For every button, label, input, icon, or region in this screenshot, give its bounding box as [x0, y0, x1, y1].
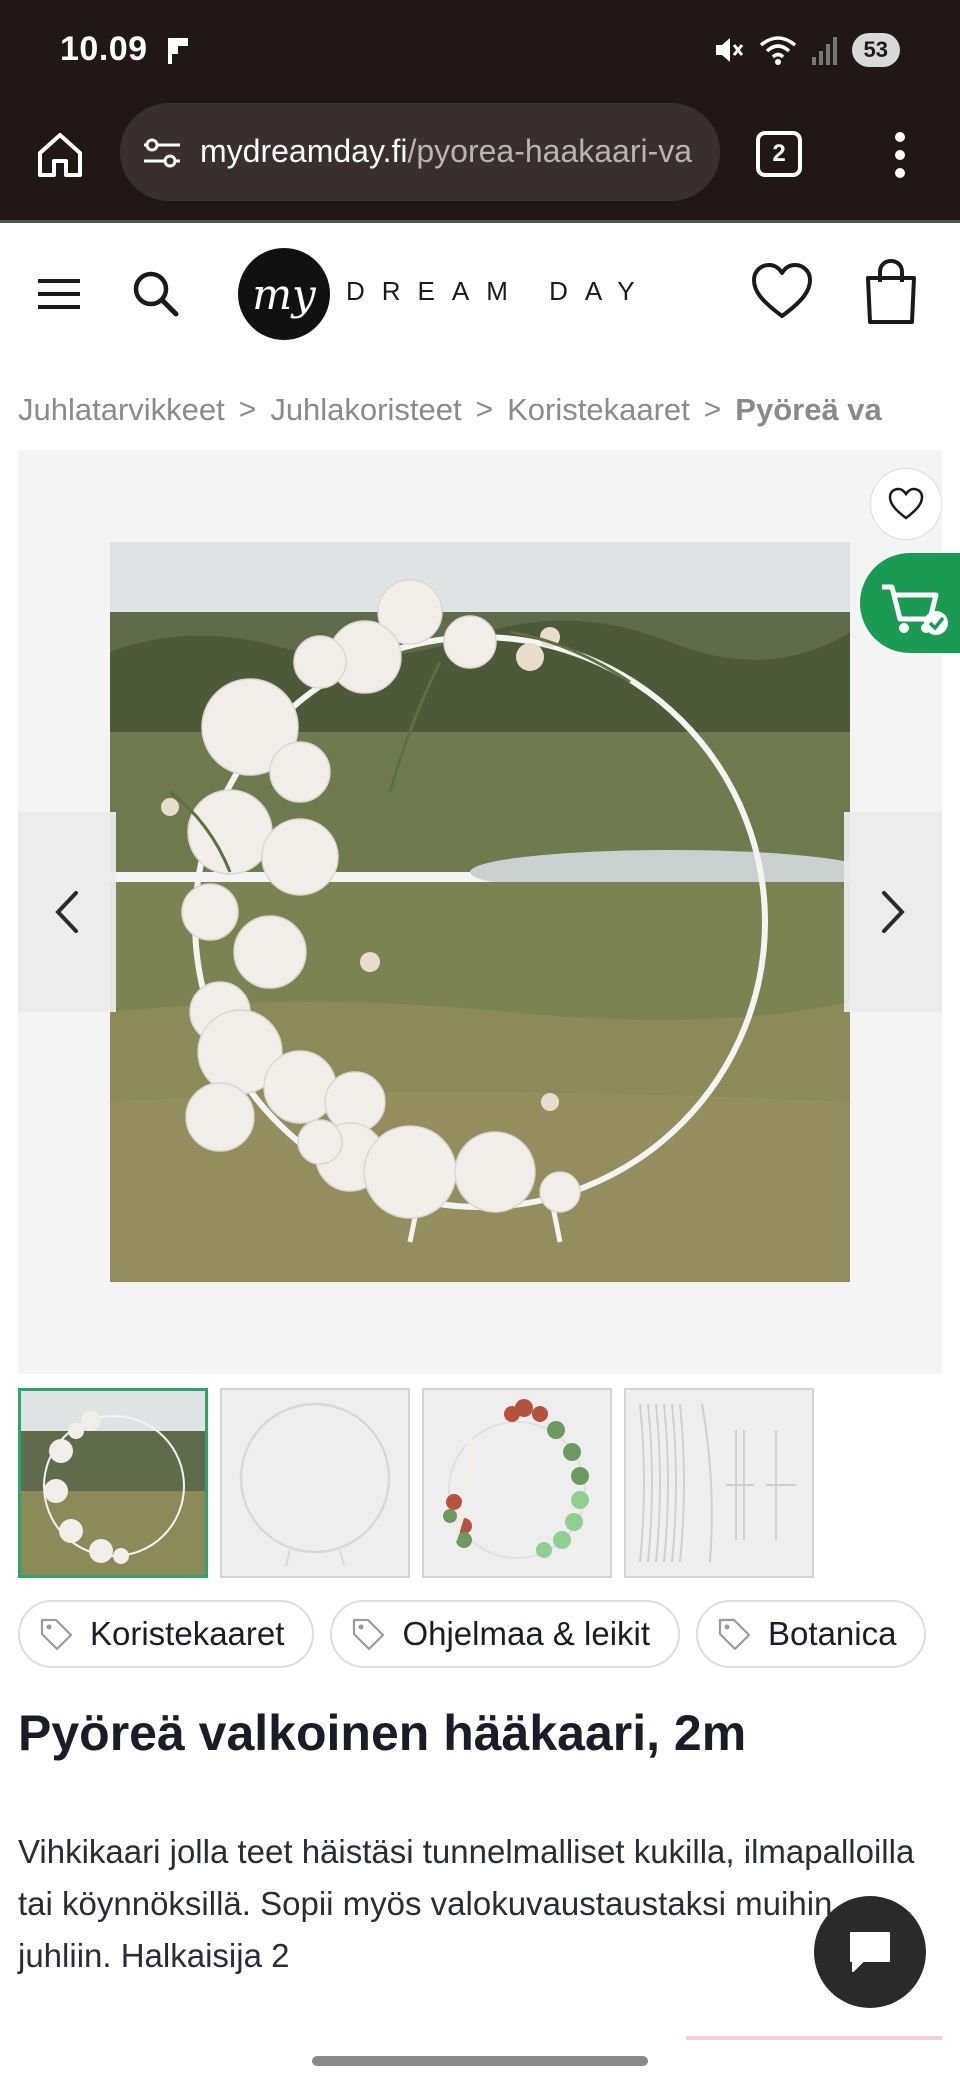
tabs-button[interactable]: 2	[756, 131, 802, 177]
gallery-thumbnail[interactable]	[18, 1388, 208, 1578]
tune-icon[interactable]	[140, 133, 184, 173]
gallery-thumbnail[interactable]	[422, 1388, 612, 1578]
gallery-thumbnail[interactable]	[220, 1388, 410, 1578]
thumbnail-image	[21, 1391, 205, 1575]
product-description: Vihkikaari jolla teet häistäsi tunnelmal…	[18, 1833, 915, 1974]
breadcrumb-current: Pyöreä va	[735, 392, 882, 427]
thumbnail-image	[239, 1402, 391, 1567]
product-main-image[interactable]	[110, 542, 850, 1282]
gallery-next-button[interactable]	[844, 812, 942, 1012]
browser-toolbar: mydreamday.fi/pyorea-haakaari-va 2	[0, 103, 960, 223]
search-icon[interactable]	[130, 268, 180, 318]
mute-icon	[715, 38, 743, 62]
url-domain: mydreamday.fi	[200, 133, 408, 169]
breadcrumb-item[interactable]: Juhlatarvikkeet	[18, 392, 225, 428]
battery-indicator: 53	[851, 33, 900, 67]
thumbnail-image	[639, 1403, 796, 1563]
tag-icon	[40, 1618, 73, 1651]
wifi-icon	[759, 36, 796, 65]
chat-icon	[850, 1932, 890, 1972]
heart-icon[interactable]	[750, 262, 814, 322]
address-bar[interactable]: mydreamday.fi/pyorea-haakaari-va	[120, 103, 720, 201]
bag-icon[interactable]	[862, 258, 920, 326]
breadcrumb-separator: >	[238, 393, 257, 426]
product-title: Pyöreä valkoinen hääkaari, 2m	[18, 1705, 747, 1761]
favorite-icon	[888, 487, 924, 520]
breadcrumb-item[interactable]: Koristekaaret	[507, 392, 690, 428]
logo-text[interactable]: DREAM DAY	[346, 276, 652, 307]
tag-label: Ohjelmaa & leikit	[402, 1615, 651, 1652]
tag-chip[interactable]: Koristekaaret	[18, 1600, 315, 1668]
menu-icon[interactable]	[36, 276, 82, 312]
site-header: my DREAM DAY	[0, 226, 960, 356]
url-text: mydreamday.fi/pyorea-haakaari-va	[200, 133, 692, 170]
breadcrumb: Juhlatarvikkeet > Juhlakoristeet > Koris…	[18, 392, 882, 428]
tag-label: Botanica	[768, 1615, 897, 1652]
status-time: 10.09	[60, 30, 148, 68]
tag-icon	[718, 1618, 751, 1651]
thumbnail-image	[443, 1399, 589, 1559]
chevron-right-icon	[882, 891, 905, 933]
breadcrumb-separator: >	[703, 393, 722, 426]
signal-icon	[811, 37, 837, 65]
breadcrumb-item[interactable]: Juhlakoristeet	[270, 392, 461, 428]
cart-check-icon	[882, 584, 948, 635]
favorite-button[interactable]	[870, 468, 942, 540]
tab-count: 2	[772, 140, 786, 167]
chat-button[interactable]	[814, 1896, 926, 2008]
divider	[686, 2036, 942, 2040]
tag-chip[interactable]: Botanica	[696, 1600, 927, 1668]
tag-label: Koristekaaret	[90, 1615, 285, 1652]
url-path: /pyorea-haakaari-va	[407, 133, 693, 169]
product-gallery	[18, 450, 942, 1374]
logo-mark[interactable]: my	[238, 248, 330, 340]
status-icons: 53	[712, 30, 900, 70]
status-bar: 10.09 53	[0, 0, 960, 103]
gallery-prev-button[interactable]	[18, 812, 116, 1012]
chevron-left-icon	[55, 891, 78, 933]
breadcrumb-separator: >	[475, 393, 494, 426]
quick-add-cart-button[interactable]	[860, 553, 960, 653]
logo-mark-text: my	[252, 269, 316, 319]
product-tags: Koristekaaret Ohjelmaa & leikit Botanica	[18, 1600, 927, 1668]
gesture-bar[interactable]	[312, 2056, 648, 2066]
more-icon[interactable]	[880, 125, 920, 185]
gallery-thumbnail[interactable]	[624, 1388, 814, 1578]
tag-icon	[353, 1618, 385, 1651]
tag-chip[interactable]: Ohjelmaa & leikit	[330, 1600, 681, 1668]
gallery-thumbnails	[18, 1388, 814, 1578]
home-icon[interactable]	[34, 129, 86, 181]
flipboard-icon	[168, 38, 188, 64]
